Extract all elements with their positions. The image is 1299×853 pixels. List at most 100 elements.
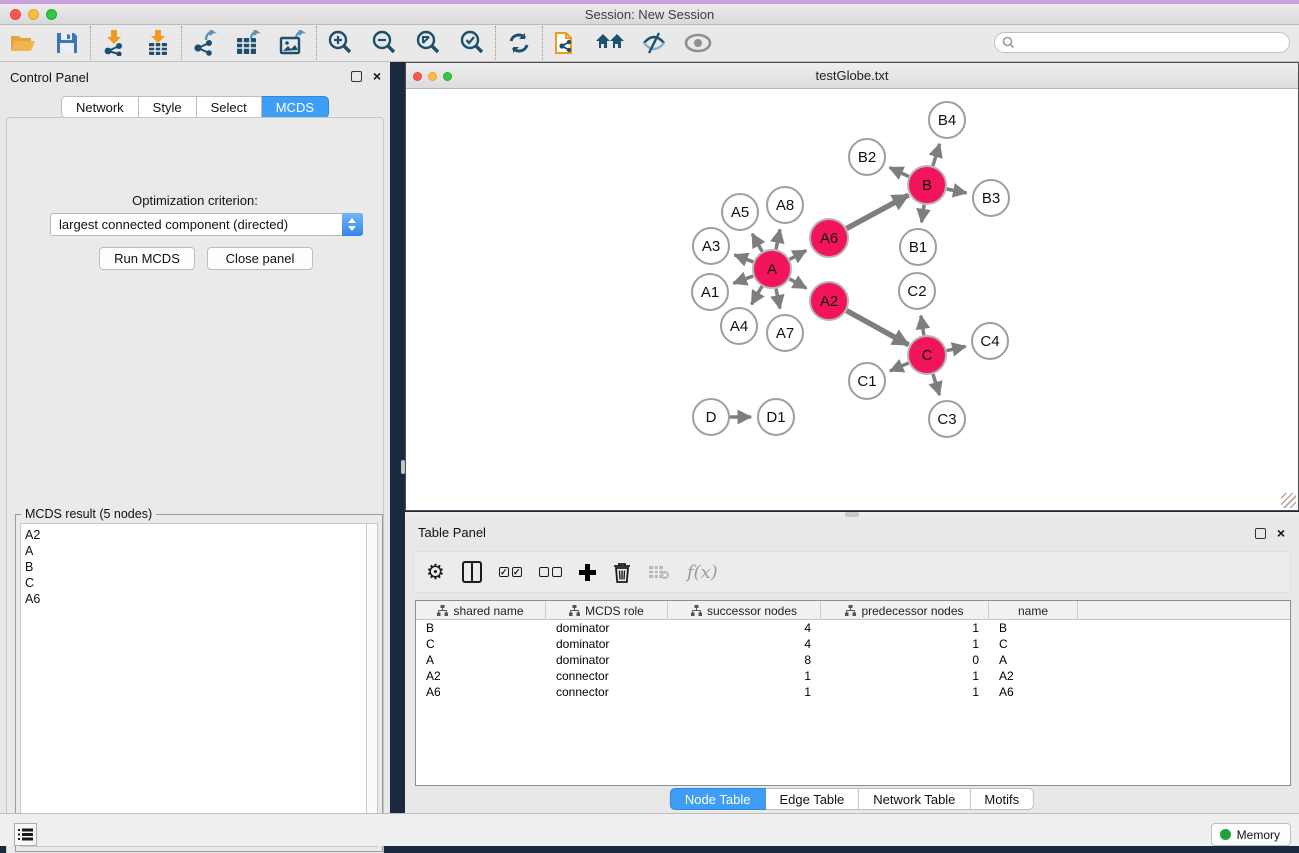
search-input[interactable] [1020, 34, 1289, 51]
edge-A2-C[interactable] [847, 311, 909, 345]
close-panel-icon[interactable]: × [373, 68, 381, 84]
table-cell[interactable]: B [989, 621, 1078, 635]
column-header-MCDS-role[interactable]: MCDS role [546, 601, 668, 620]
network-window-resize-grip[interactable] [1281, 493, 1296, 508]
node-C[interactable]: C [908, 336, 946, 374]
import-table-icon[interactable] [143, 29, 173, 57]
edge-C-C2[interactable] [921, 316, 924, 336]
edge-A-A7[interactable] [776, 289, 780, 309]
column-header-predecessor-nodes[interactable]: predecessor nodes [821, 601, 989, 620]
node-A3[interactable]: A3 [693, 228, 729, 264]
deselect-all-icon[interactable] [539, 557, 562, 587]
table-row[interactable]: A2connector11A2 [416, 668, 1290, 684]
mcds-result-item[interactable]: A [25, 543, 366, 559]
criterion-select[interactable]: largest connected component (directed) [50, 213, 363, 236]
node-B1[interactable]: B1 [900, 229, 936, 265]
table-cell[interactable]: 4 [668, 621, 821, 635]
tab-network-table[interactable]: Network Table [859, 788, 970, 810]
table-row[interactable]: Cdominator41C [416, 636, 1290, 652]
node-B2[interactable]: B2 [849, 139, 885, 175]
zoom-fit-icon[interactable] [413, 29, 443, 57]
node-A[interactable]: A [753, 250, 791, 288]
run-mcds-button[interactable]: Run MCDS [99, 247, 195, 270]
export-image-icon[interactable] [278, 29, 308, 57]
settings-gear-icon[interactable]: ⚙ [426, 557, 445, 587]
edge-B-B4[interactable] [933, 144, 940, 166]
node-A5[interactable]: A5 [722, 194, 758, 230]
node-B4[interactable]: B4 [929, 102, 965, 138]
edge-B-B2[interactable] [890, 168, 909, 177]
save-session-icon[interactable] [52, 29, 82, 57]
network-canvas[interactable]: B4B2BB3A5A8A6B1A3AA1C2A2A4A7C4CC1C3DD1 [406, 89, 1298, 510]
node-C3[interactable]: C3 [929, 401, 965, 437]
edge-A-A3[interactable] [734, 255, 753, 262]
node-D[interactable]: D [693, 399, 729, 435]
edge-A6-B[interactable] [847, 195, 909, 228]
edge-A-A1[interactable] [733, 276, 753, 283]
mcds-result-item[interactable]: A2 [25, 527, 366, 543]
tab-edge-table[interactable]: Edge Table [765, 788, 859, 810]
edge-A-A4[interactable] [752, 286, 762, 304]
table-cell[interactable]: 1 [821, 637, 989, 651]
mcds-result-scrollbar[interactable] [366, 523, 378, 847]
table-cell[interactable]: B [416, 621, 546, 635]
table-cell[interactable]: 8 [668, 653, 821, 667]
home-view-icon[interactable] [595, 29, 625, 57]
table-cell[interactable]: 1 [821, 669, 989, 683]
memory-button[interactable]: Memory [1211, 823, 1291, 846]
export-table-icon[interactable] [234, 29, 264, 57]
open-session-icon[interactable] [8, 29, 38, 57]
table-row[interactable]: A6connector11A6 [416, 684, 1290, 700]
edge-C-C3[interactable] [933, 374, 940, 395]
close-panel-button[interactable]: Close panel [207, 247, 313, 270]
network-horizontal-scrollbar-thumb[interactable] [845, 512, 859, 517]
table-row[interactable]: Adominator80A [416, 652, 1290, 668]
hide-panels-icon[interactable] [639, 29, 669, 57]
node-A4[interactable]: A4 [721, 308, 757, 344]
table-cell[interactable]: connector [546, 685, 668, 699]
table-cell[interactable]: 1 [821, 685, 989, 699]
zoom-out-icon[interactable] [369, 29, 399, 57]
export-network-icon[interactable] [190, 29, 220, 57]
node-A8[interactable]: A8 [767, 187, 803, 223]
close-table-panel-icon[interactable]: × [1277, 525, 1285, 541]
show-columns-icon[interactable] [462, 557, 482, 587]
tab-style[interactable]: Style [139, 96, 197, 118]
table-cell[interactable]: A6 [989, 685, 1078, 699]
edge-A-A6[interactable] [790, 250, 807, 259]
table-cell[interactable]: 0 [821, 653, 989, 667]
tab-motifs[interactable]: Motifs [970, 788, 1034, 810]
delete-row-icon[interactable] [613, 557, 631, 587]
table-cell[interactable]: 4 [668, 637, 821, 651]
tab-select[interactable]: Select [197, 96, 262, 118]
zoom-selected-icon[interactable] [457, 29, 487, 57]
mcds-result-item[interactable]: C [25, 575, 366, 591]
zoom-in-icon[interactable] [325, 29, 355, 57]
network-vertical-scrollbar-thumb[interactable] [401, 460, 405, 474]
table-cell[interactable]: C [989, 637, 1078, 651]
search-box[interactable] [994, 32, 1290, 53]
node-A7[interactable]: A7 [767, 315, 803, 351]
node-A2[interactable]: A2 [810, 282, 848, 320]
edge-B-B3[interactable] [947, 189, 967, 193]
edge-B-B1[interactable] [922, 205, 925, 222]
node-B[interactable]: B [908, 166, 946, 204]
edge-C-C4[interactable] [947, 346, 966, 350]
show-panels-icon[interactable] [683, 29, 713, 57]
column-header-name[interactable]: name [989, 601, 1078, 620]
table-cell[interactable]: dominator [546, 637, 668, 651]
edge-A-A5[interactable] [752, 234, 762, 252]
edge-C-C1[interactable] [890, 363, 909, 371]
table-cell[interactable]: A [989, 653, 1078, 667]
mcds-result-item[interactable]: A6 [25, 591, 366, 607]
task-history-button[interactable] [14, 823, 37, 846]
add-row-icon[interactable] [579, 557, 596, 587]
mcds-result-list[interactable]: A2ABCA6 [20, 523, 366, 847]
column-header-successor-nodes[interactable]: successor nodes [668, 601, 821, 620]
node-C4[interactable]: C4 [972, 323, 1008, 359]
node-B3[interactable]: B3 [973, 180, 1009, 216]
node-D1[interactable]: D1 [758, 399, 794, 435]
edge-A-A2[interactable] [789, 279, 806, 288]
tab-mcds[interactable]: MCDS [262, 96, 329, 118]
node-A1[interactable]: A1 [692, 274, 728, 310]
